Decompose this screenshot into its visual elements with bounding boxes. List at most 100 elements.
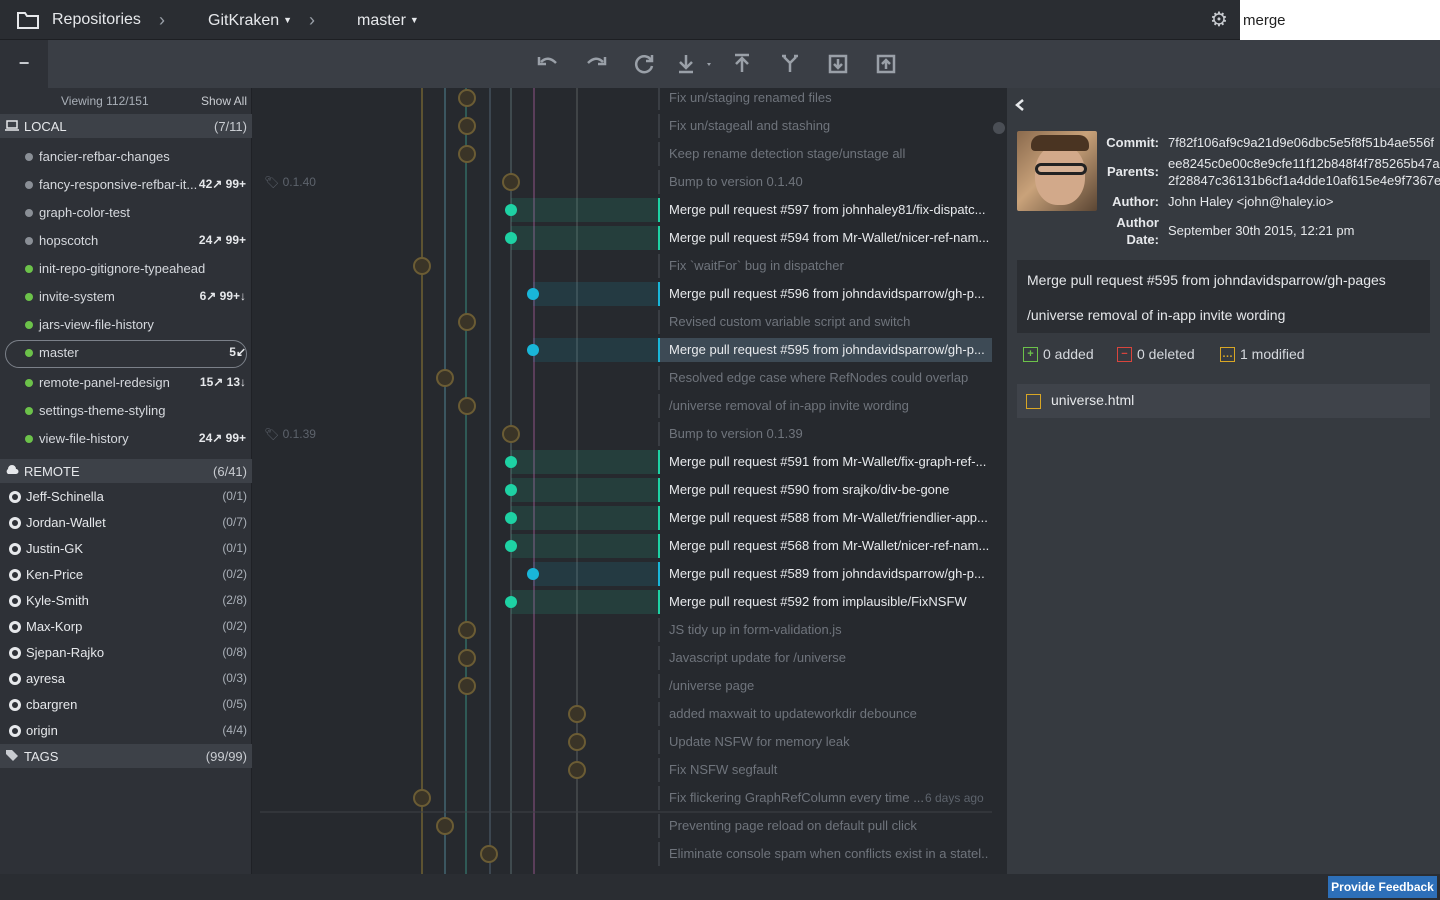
local-branch-item[interactable]: jars-view-file-history bbox=[0, 311, 252, 339]
branch-name: init-repo-gitignore-typeahead bbox=[39, 261, 206, 276]
remote-label: REMOTE bbox=[24, 464, 80, 479]
author-avatar-node bbox=[480, 845, 498, 863]
local-branch-item[interactable]: view-file-history 24↗ 99+ bbox=[0, 425, 252, 453]
commit-row[interactable]: Merge pull request #592 from implausible… bbox=[658, 590, 988, 614]
remote-item[interactable]: Ken-Price (0/2) bbox=[0, 562, 252, 588]
remote-name: ayresa bbox=[26, 671, 66, 686]
local-branch-item[interactable]: master 5↙ bbox=[0, 339, 252, 368]
collapse-panel-icon[interactable] bbox=[1014, 98, 1026, 112]
ahead-behind-count: 42↗ 99+ bbox=[198, 177, 246, 191]
commit-row[interactable]: Merge pull request #589 from johndavidsp… bbox=[658, 562, 988, 586]
commit-row[interactable]: Revised custom variable script and switc… bbox=[658, 310, 988, 334]
commit-row[interactable]: Eliminate console spam when conflicts ex… bbox=[658, 842, 989, 866]
parent-sha[interactable]: ee8245c0e00c8e9cfe11f12b848f4f785265b47a bbox=[1168, 156, 1440, 171]
folder-icon[interactable] bbox=[17, 11, 39, 29]
commit-row[interactable]: Merge pull request #590 from srajko/div-… bbox=[658, 478, 988, 502]
stash-icon[interactable] bbox=[822, 48, 854, 80]
remote-item[interactable]: Kyle-Smith (2/8) bbox=[0, 588, 252, 614]
commit-row[interactable]: JS tidy up in form-validation.js bbox=[658, 618, 988, 642]
commit-message: added maxwait to updateworkdir debounce bbox=[669, 706, 917, 721]
local-branch-item[interactable]: fancy-responsive-refbar-it... 42↗ 99+ bbox=[0, 171, 252, 199]
commit-sha[interactable]: 7f82f106af9c9a21d9e06dbc5e5f8f51b4ae556f bbox=[1168, 135, 1434, 150]
refresh-icon[interactable] bbox=[628, 48, 660, 80]
remote-section-header[interactable]: REMOTE (6/41) bbox=[0, 459, 252, 483]
show-all-button[interactable]: Show All bbox=[201, 94, 247, 108]
gear-icon[interactable]: ⚙ bbox=[1208, 9, 1230, 31]
commit-row[interactable]: Keep rename detection stage/unstage all bbox=[658, 142, 988, 166]
commit-row[interactable]: Preventing page reload on default pull c… bbox=[658, 814, 988, 838]
commit-row-marker bbox=[658, 338, 660, 362]
commit-row[interactable]: Fix un/staging renamed files bbox=[658, 88, 988, 110]
commit-row[interactable]: /universe page bbox=[658, 674, 988, 698]
commit-row[interactable]: Update NSFW for memory leak bbox=[658, 730, 988, 754]
parent-sha[interactable]: 2f28847c36131b6cf1a4dde10af615e4e9f7367e bbox=[1168, 173, 1440, 188]
local-branch-item[interactable]: settings-theme-styling bbox=[0, 397, 252, 425]
author-avatar-node bbox=[436, 369, 454, 387]
author-avatar-node bbox=[568, 761, 586, 779]
local-branch-item[interactable]: remote-panel-redesign 15↗ 13↓ bbox=[0, 369, 252, 397]
local-branch-item[interactable]: graph-color-test bbox=[0, 199, 252, 227]
commit-row[interactable]: Merge pull request #568 from Mr-Wallet/n… bbox=[658, 534, 989, 558]
local-branch-item[interactable]: hopscotch 24↗ 99+ bbox=[0, 227, 252, 255]
remote-item[interactable]: Jeff-Schinella (0/1) bbox=[0, 484, 252, 510]
tag-icon bbox=[6, 750, 18, 761]
pop-stash-icon[interactable] bbox=[870, 48, 902, 80]
commit-row-marker bbox=[658, 534, 660, 558]
redo-icon[interactable] bbox=[580, 48, 612, 80]
tags-section-header[interactable]: TAGS (99/99) bbox=[0, 744, 252, 768]
undo-icon[interactable] bbox=[532, 48, 564, 80]
scrollbar-thumb[interactable] bbox=[993, 122, 1005, 134]
commit-row[interactable]: Bump to version 0.1.40 bbox=[658, 170, 988, 194]
changed-file-row[interactable]: universe.html bbox=[1017, 384, 1430, 418]
remote-item[interactable]: cbargren (0/5) bbox=[0, 692, 252, 718]
commit-message: Merge pull request #589 from johndavidsp… bbox=[669, 566, 985, 581]
commit-row[interactable]: Bump to version 0.1.39 bbox=[658, 422, 988, 446]
local-section-header[interactable]: LOCAL (7/11) bbox=[0, 114, 252, 138]
commit-row-marker bbox=[658, 590, 660, 614]
commit-row[interactable]: Merge pull request #588 from Mr-Wallet/f… bbox=[658, 506, 988, 530]
commit-row[interactable]: Merge pull request #591 from Mr-Wallet/f… bbox=[658, 450, 988, 474]
pull-options-caret-icon[interactable] bbox=[696, 48, 716, 80]
commit-row[interactable]: Merge pull request #594 from Mr-Wallet/n… bbox=[658, 226, 989, 250]
branch-status-dot bbox=[25, 265, 33, 273]
remote-item[interactable]: Sjepan-Rajko (0/8) bbox=[0, 640, 252, 666]
remote-item[interactable]: ayresa (0/3) bbox=[0, 666, 252, 692]
commit-row[interactable]: Merge pull request #597 from johnhaley81… bbox=[658, 198, 988, 222]
commit-row[interactable]: Merge pull request #595 from johndavidsp… bbox=[658, 338, 992, 362]
push-icon[interactable] bbox=[726, 48, 758, 80]
commit-row-marker bbox=[658, 842, 660, 866]
branch-status-dot bbox=[25, 181, 33, 189]
commit-row-highlight bbox=[533, 282, 658, 306]
remote-item[interactable]: Jordan-Wallet (0/7) bbox=[0, 510, 252, 536]
laptop-icon bbox=[5, 120, 19, 131]
breadcrumb-repositories[interactable]: Repositories bbox=[52, 0, 141, 40]
local-branch-item[interactable]: fancier-refbar-changes bbox=[0, 143, 252, 171]
remote-item[interactable]: origin (4/4) bbox=[0, 718, 252, 744]
collapse-sidebar-button[interactable]: − bbox=[0, 40, 48, 88]
remote-item[interactable]: Max-Korp (0/2) bbox=[0, 614, 252, 640]
commit-row[interactable]: Fix un/stageall and stashing bbox=[658, 114, 988, 138]
commit-row[interactable]: Merge pull request #596 from johndavidsp… bbox=[658, 282, 988, 306]
branch-name: settings-theme-styling bbox=[39, 403, 166, 418]
search-input[interactable] bbox=[1240, 0, 1440, 40]
commit-graph[interactable]: Fix un/staging renamed files Fix un/stage… bbox=[252, 88, 1007, 874]
version-tag[interactable]: 🏷 0.1.40 bbox=[264, 175, 316, 189]
remote-item[interactable]: Justin-GK (0/1) bbox=[0, 536, 252, 562]
commit-row[interactable]: Fix NSFW segfault bbox=[658, 758, 988, 782]
commit-row[interactable]: added maxwait to updateworkdir debounce bbox=[658, 702, 988, 726]
provide-feedback-button[interactable]: Provide Feedback bbox=[1328, 876, 1437, 898]
local-branch-item[interactable]: invite-system 6↗ 99+↓ bbox=[0, 283, 252, 311]
commit-row[interactable]: Resolved edge case where RefNodes could … bbox=[658, 366, 988, 390]
version-tag[interactable]: 🏷 0.1.39 bbox=[264, 427, 316, 441]
github-icon bbox=[9, 673, 21, 685]
local-branch-item[interactable]: init-repo-gitignore-typeahead bbox=[0, 255, 252, 283]
commit-row[interactable]: Javascript update for /universe bbox=[658, 646, 988, 670]
remote-name: Justin-GK bbox=[26, 541, 84, 556]
commit-row[interactable]: Fix `waitFor` bug in dispatcher bbox=[658, 254, 988, 278]
status-bar bbox=[0, 874, 1440, 900]
repo-selector[interactable]: GitKraken ▼ bbox=[208, 0, 292, 40]
branch-selector[interactable]: master ▼ bbox=[357, 0, 419, 40]
commit-row-highlight bbox=[533, 338, 658, 362]
branch-icon[interactable] bbox=[774, 48, 806, 80]
commit-row[interactable]: /universe removal of in-app invite wordi… bbox=[658, 394, 988, 418]
